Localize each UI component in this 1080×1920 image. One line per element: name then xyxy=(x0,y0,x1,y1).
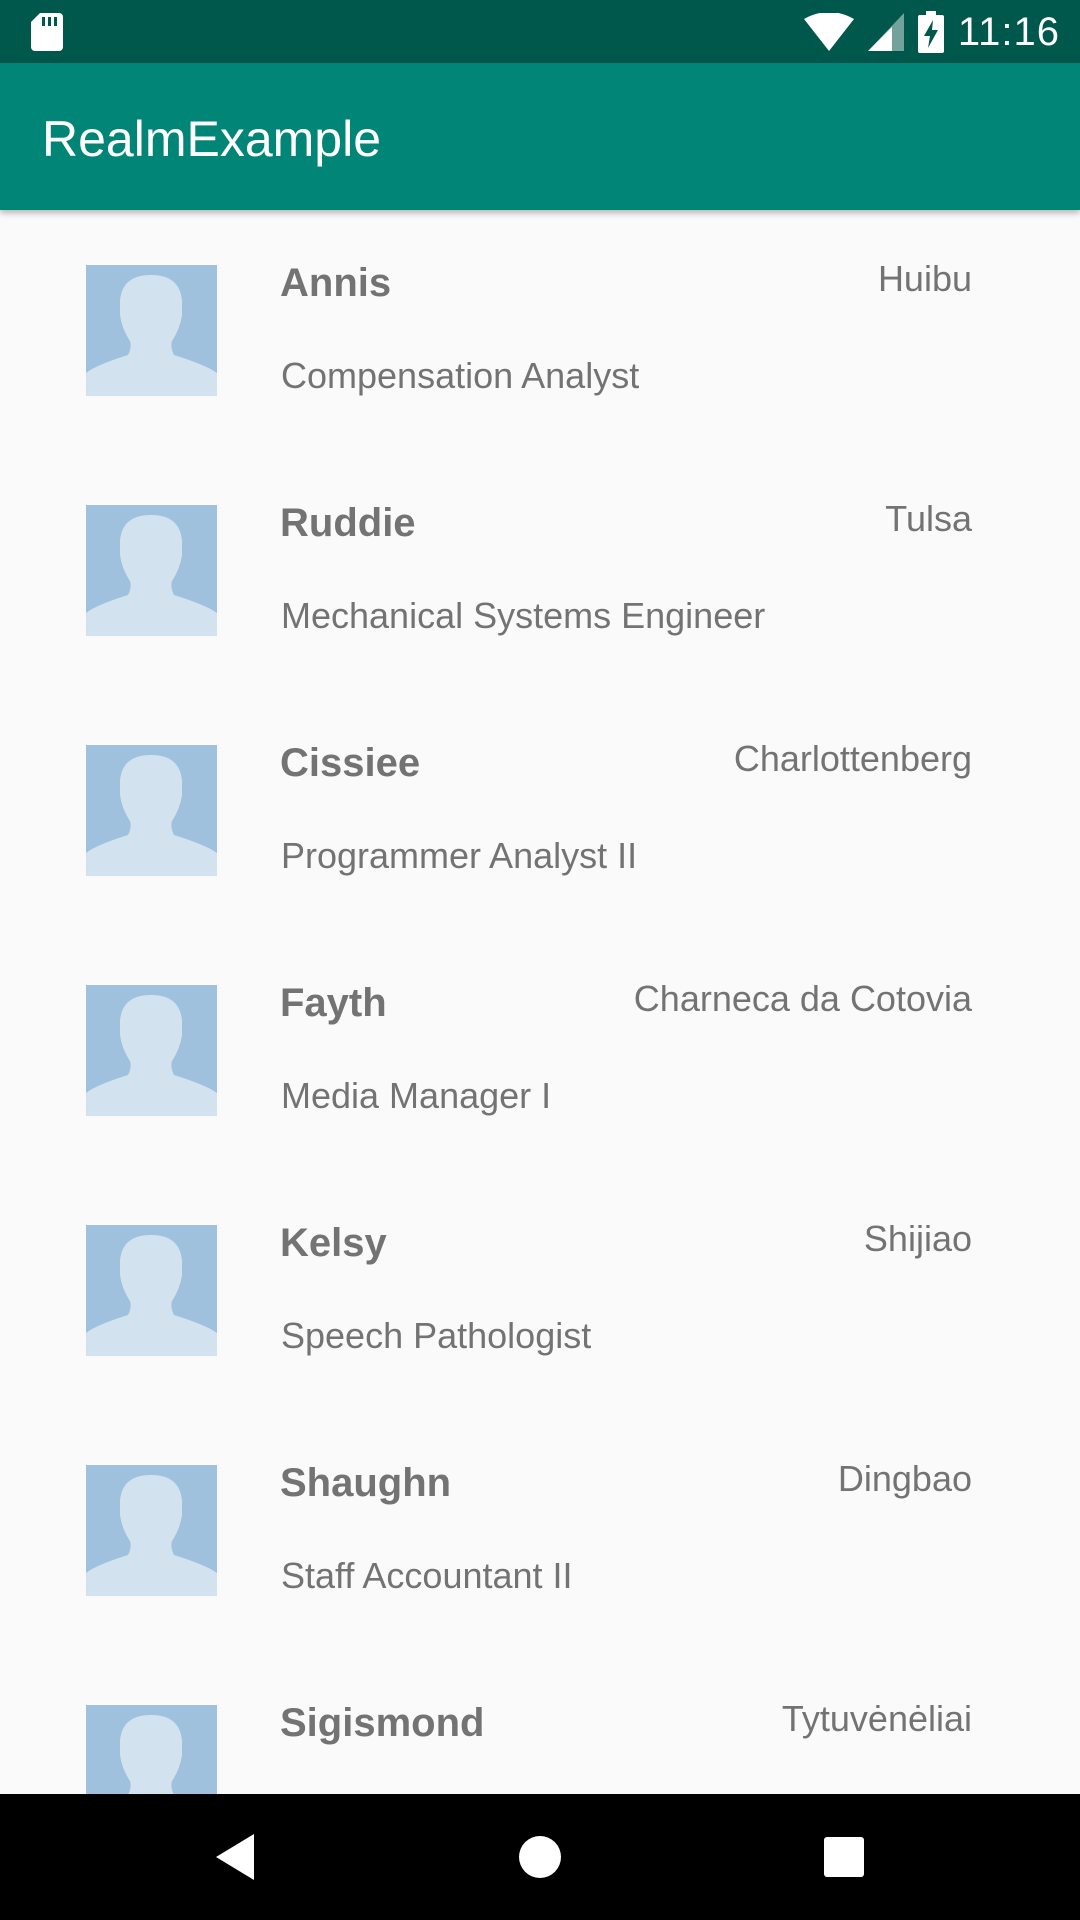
list-item[interactable]: Kelsy Shijiao Speech Pathologist xyxy=(0,1170,1080,1410)
battery-charging-icon xyxy=(917,11,944,53)
employee-list[interactable]: Annis Huibu Compensation Analyst Ruddie … xyxy=(0,210,1080,1794)
back-button[interactable] xyxy=(176,1794,296,1920)
employee-city: Huibu xyxy=(877,258,972,299)
list-item[interactable]: Ruddie Tulsa Mechanical Systems Engineer xyxy=(0,450,1080,690)
employee-job: Mechanical Systems Engineer xyxy=(281,595,766,636)
employee-job: Speech Pathologist xyxy=(281,1315,592,1356)
avatar-placeholder-icon xyxy=(86,985,217,1116)
employee-city: Shijiao xyxy=(863,1218,972,1259)
list-item[interactable]: Fayth Charneca da Cotovia Media Manager … xyxy=(0,930,1080,1170)
avatar-placeholder-icon xyxy=(86,265,217,396)
list-item[interactable]: Cissiee Charlottenberg Programmer Analys… xyxy=(0,690,1080,930)
employee-name: Sigismond xyxy=(280,1701,485,1745)
app-bar: RealmExample xyxy=(0,63,1080,210)
app-title: RealmExample xyxy=(42,111,382,167)
avatar-placeholder-icon xyxy=(86,745,217,876)
employee-name: Shaughn xyxy=(280,1461,452,1505)
cell-signal-icon xyxy=(867,13,904,51)
wifi-icon xyxy=(803,13,854,51)
employee-city: Charlottenberg xyxy=(733,738,972,779)
employee-job: Staff Accountant II xyxy=(281,1555,573,1596)
recents-icon xyxy=(824,1837,864,1877)
employee-name: Cissiee xyxy=(280,741,421,785)
avatar-placeholder-icon xyxy=(86,1465,217,1596)
avatar-placeholder-icon xyxy=(86,1225,217,1356)
employee-name: Ruddie xyxy=(280,501,416,545)
home-button[interactable] xyxy=(480,1794,600,1920)
employee-job: Media Manager I xyxy=(281,1075,552,1116)
employee-name: Kelsy xyxy=(280,1221,387,1265)
employee-name: Fayth xyxy=(280,981,387,1025)
employee-city: Charneca da Cotovia xyxy=(633,978,972,1019)
employee-job: Programmer Analyst II xyxy=(281,835,638,876)
employee-city: Dingbao xyxy=(837,1458,972,1499)
sd-card-icon xyxy=(31,13,63,51)
employee-name: Annis xyxy=(280,261,392,305)
employee-city: Tulsa xyxy=(885,498,972,539)
avatar-placeholder-icon xyxy=(86,505,217,636)
status-bar: 11:16 xyxy=(0,0,1080,63)
employee-city: Tytuvėnėliai xyxy=(781,1698,972,1739)
back-icon xyxy=(216,1834,254,1880)
employee-job: Compensation Analyst xyxy=(281,355,640,396)
list-item[interactable]: Annis Huibu Compensation Analyst xyxy=(0,210,1080,450)
recents-button[interactable] xyxy=(784,1794,904,1920)
list-item[interactable]: Shaughn Dingbao Staff Accountant II xyxy=(0,1410,1080,1650)
clock: 11:16 xyxy=(957,9,1060,54)
home-icon xyxy=(519,1836,561,1878)
navigation-bar xyxy=(0,1794,1080,1920)
avatar-placeholder-icon xyxy=(86,1705,217,1794)
list-item[interactable]: Sigismond Tytuvėnėliai xyxy=(0,1650,1080,1794)
